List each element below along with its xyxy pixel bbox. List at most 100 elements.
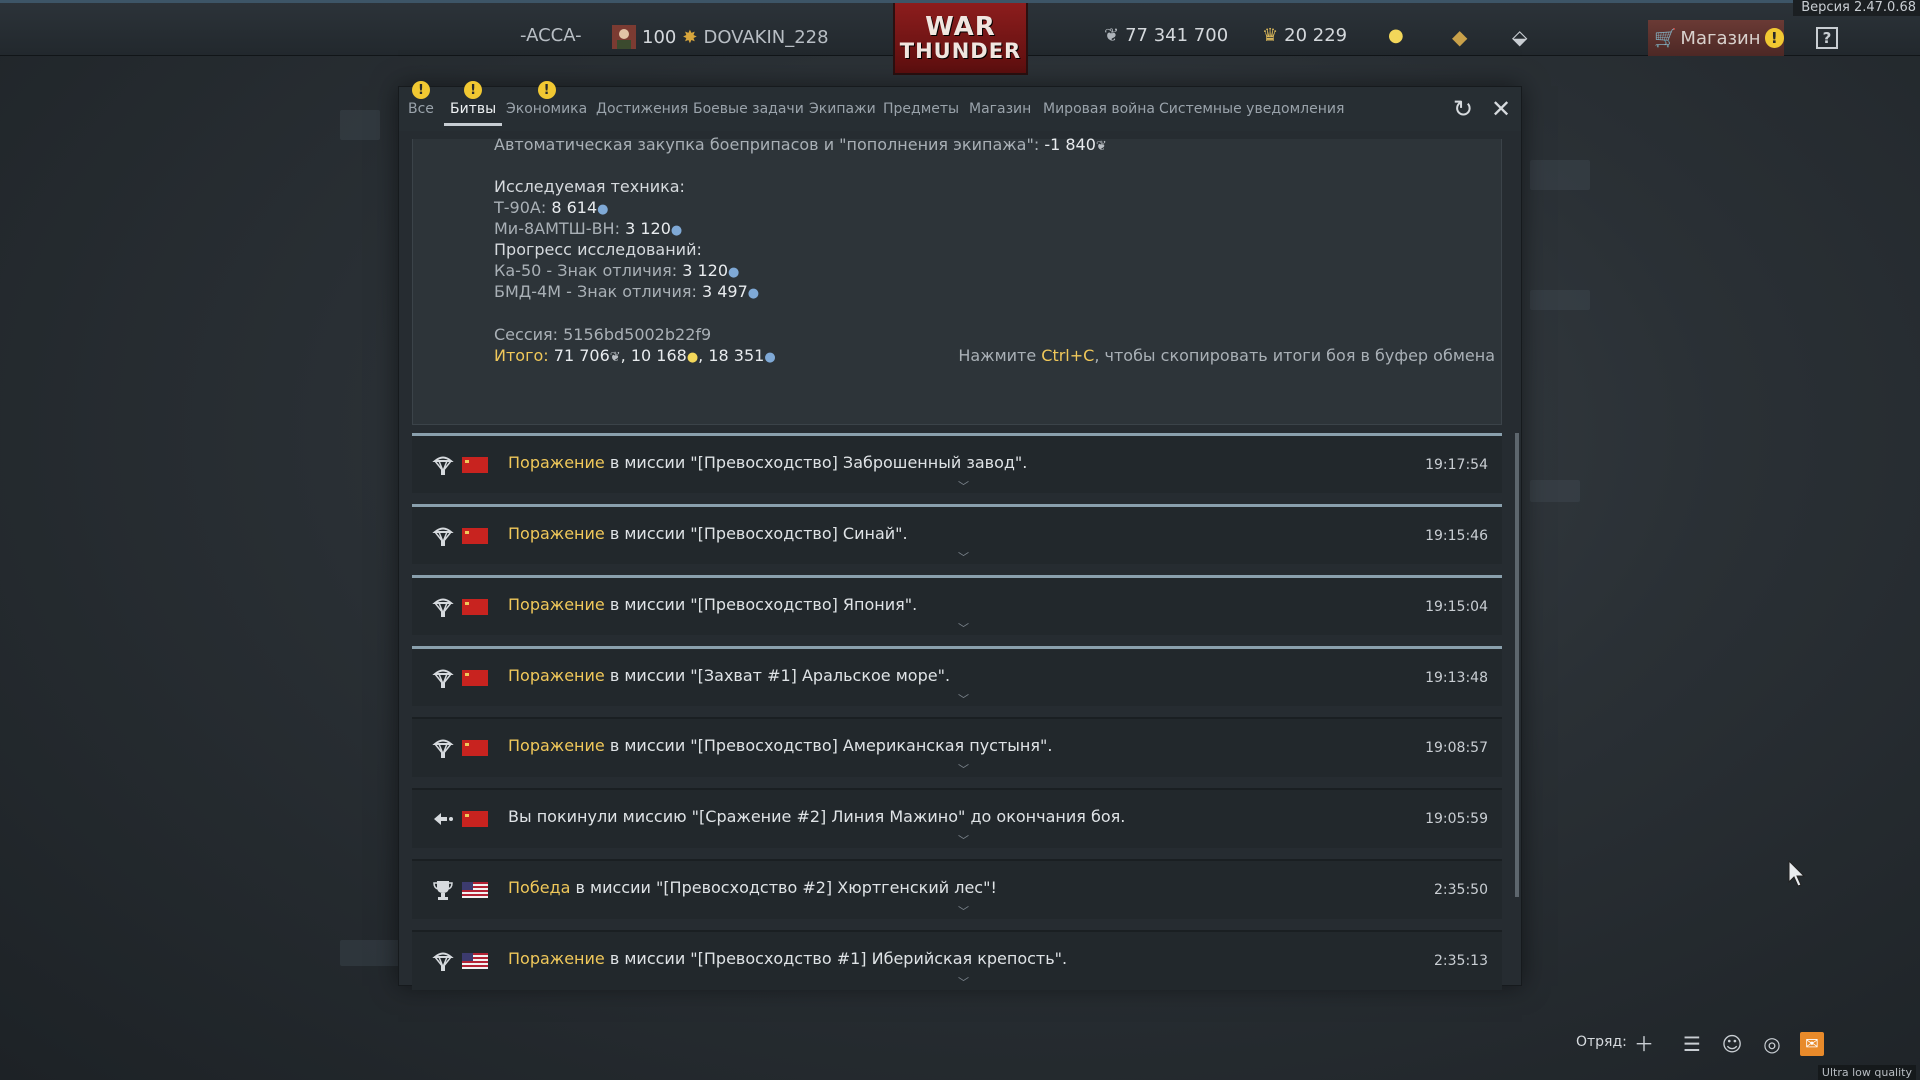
diamond-icon: ◆ xyxy=(1452,25,1468,49)
battle-summary-panel: Автоматическая закупка боеприпасов и "по… xyxy=(412,135,1502,425)
expand-chevron-icon[interactable]: ﹀ xyxy=(958,691,969,707)
battle-result-text: Поражение в миссии "[Превосходство] Япон… xyxy=(508,595,917,614)
silver-lion-icon: ❦ xyxy=(1104,25,1120,46)
warning-icon: ! xyxy=(537,81,556,99)
expand-chevron-icon[interactable]: ﹀ xyxy=(958,478,969,494)
parachute-icon xyxy=(432,737,454,759)
war-thunder-logo: WAR THUNDER xyxy=(893,3,1028,75)
battle-result-label: Победа xyxy=(508,878,571,897)
battle-result-text: Поражение в миссии "[Захват #1] Аральско… xyxy=(508,666,950,685)
progress-header: Прогресс исследований: xyxy=(494,240,702,259)
research-points-button[interactable]: ● xyxy=(1388,25,1404,46)
mission-description: в миссии "[Захват #1] Аральское море". xyxy=(604,666,951,685)
shop-button[interactable]: 🛒 Магазин ! xyxy=(1648,20,1784,56)
coupons-button[interactable]: ⬙ xyxy=(1512,25,1527,49)
battle-notification-row[interactable]: Вы покинули миссию "[Сражение #2] Линия … xyxy=(412,788,1502,848)
battle-result-text: Поражение в миссии "[Превосходство #1] И… xyxy=(508,949,1067,968)
chat-icon[interactable]: ◎ xyxy=(1760,1032,1784,1056)
warning-icon: ! xyxy=(1764,28,1784,48)
rank-star-icon: ✸ xyxy=(682,26,698,48)
battle-notification-row[interactable]: Поражение в миссии "[Превосходство] Забр… xyxy=(412,433,1502,493)
expand-chevron-icon[interactable]: ﹀ xyxy=(958,903,969,919)
parachute-icon xyxy=(432,950,454,972)
parachute-icon xyxy=(432,667,454,689)
expand-chevron-icon[interactable]: ﹀ xyxy=(958,620,969,636)
tab-world-war[interactable]: Мировая война xyxy=(1043,101,1155,117)
parachute-icon xyxy=(432,525,454,547)
silver-lions-balance[interactable]: ❦ 77 341 700 xyxy=(1104,25,1228,46)
username: DOVAKIN_228 xyxy=(703,26,829,48)
avatar xyxy=(612,25,636,49)
exit-arrow-icon xyxy=(432,808,454,830)
tab-items[interactable]: Предметы xyxy=(883,101,959,117)
contacts-icon[interactable]: ☺ xyxy=(1720,1032,1744,1056)
tab-achievements[interactable]: Достижения xyxy=(596,101,688,117)
background-decor xyxy=(1530,290,1590,310)
tab-crews[interactable]: Экипажи xyxy=(809,101,876,117)
battle-result-label: Поражение xyxy=(508,453,605,472)
background-decor xyxy=(1530,480,1580,502)
battle-notification-row[interactable]: Поражение в миссии "[Захват #1] Аральско… xyxy=(412,646,1502,706)
ussr-flag-icon xyxy=(462,528,488,544)
ussr-flag-icon xyxy=(462,457,488,473)
battle-notification-row[interactable]: Поражение в миссии "[Превосходство] Япон… xyxy=(412,575,1502,635)
golden-eagles-balance[interactable]: ♛ 20 229 xyxy=(1262,25,1347,46)
expand-chevron-icon[interactable]: ﹀ xyxy=(958,549,969,565)
ussr-flag-icon xyxy=(462,670,488,686)
ussr-flag-icon xyxy=(462,740,488,756)
battle-notification-row[interactable]: Поражение в миссии "[Превосходство] Амер… xyxy=(412,717,1502,777)
tab-battles[interactable]: ! Битвы xyxy=(443,81,503,126)
expand-chevron-icon[interactable]: ﹀ xyxy=(958,832,969,848)
mail-icon[interactable]: ✉ xyxy=(1800,1032,1824,1056)
player-profile[interactable]: 100 ✸ DOVAKIN_228 xyxy=(612,25,829,49)
mission-description: в миссии "[Превосходство] Япония". xyxy=(604,595,918,614)
help-button[interactable]: ? xyxy=(1816,27,1838,49)
notification-tabs: ! Все ! Битвы ! Экономика Достижения Боевые… xyxy=(399,81,1521,131)
refresh-icon[interactable]: ↻ xyxy=(1451,97,1475,121)
battle-result-text: Вы покинули миссию "[Сражение #2] Линия … xyxy=(508,807,1125,826)
battle-result-label: Поражение xyxy=(508,736,605,755)
battle-notification-row[interactable]: Поражение в миссии "[Превосходство] Сина… xyxy=(412,504,1502,564)
research-point-icon: ● xyxy=(747,286,760,301)
battle-time: 19:05:59 xyxy=(1425,811,1488,827)
squadron-tag[interactable]: -ACCA- xyxy=(520,25,582,46)
research-point-icon: ● xyxy=(764,350,776,365)
parachute-icon xyxy=(432,454,454,476)
silver-lion-icon: ❦ xyxy=(609,350,621,365)
battle-result-label: Поражение xyxy=(508,666,605,685)
close-icon[interactable]: ✕ xyxy=(1489,97,1513,121)
tab-battle-tasks[interactable]: Боевые задачи xyxy=(693,101,804,117)
battle-result-text: Поражение в миссии "[Превосходство] Амер… xyxy=(508,736,1052,755)
lightbulb-icon: ● xyxy=(686,350,699,365)
tab-shop[interactable]: Магазин xyxy=(969,101,1031,117)
battle-notification-row[interactable]: Победа в миссии "[Превосходство #2] Хюрт… xyxy=(412,859,1502,919)
warning-icon: ! xyxy=(411,81,430,99)
mission-description: в миссии "[Превосходство] Американская п… xyxy=(604,736,1053,755)
add-squad-member-icon[interactable]: ＋ xyxy=(1632,1032,1656,1056)
mouse-cursor-icon xyxy=(1788,860,1806,887)
research-point-icon: ● xyxy=(670,223,683,238)
list-icon[interactable]: ☰ xyxy=(1680,1032,1704,1056)
usa-flag-icon xyxy=(462,953,488,969)
battle-result-label: Поражение xyxy=(508,524,605,543)
premium-button[interactable]: ◆ xyxy=(1452,25,1467,49)
copy-hint: Нажмите Ctrl+C, чтобы скопировать итоги … xyxy=(958,346,1495,365)
battle-time: 19:15:04 xyxy=(1425,599,1488,615)
ticket-icon: ⬙ xyxy=(1512,25,1528,49)
mission-description: в миссии "[Превосходство #1] Иберийская … xyxy=(604,949,1068,968)
research-header: Исследуемая техника: xyxy=(494,177,685,196)
scrollbar[interactable] xyxy=(1515,433,1519,897)
cart-icon: 🛒 xyxy=(1654,27,1677,49)
battle-time: 19:08:57 xyxy=(1425,740,1488,756)
mission-description: в миссии "[Превосходство #2] Хюртгенский… xyxy=(570,878,997,897)
squad-label: Отряд: xyxy=(1576,1034,1627,1050)
usa-flag-icon xyxy=(462,882,488,898)
tab-economy[interactable]: ! Экономика xyxy=(506,81,587,117)
tab-system-notifications[interactable]: Системные уведомления xyxy=(1159,101,1344,117)
battle-notification-row[interactable]: Поражение в миссии "[Превосходство #1] И… xyxy=(412,930,1502,990)
bottom-bar: Отряд: ＋ ☰ ☺ ◎ ✉ Ultra low quality xyxy=(0,1010,1920,1080)
expand-chevron-icon[interactable]: ﹀ xyxy=(958,974,969,990)
expand-chevron-icon[interactable]: ﹀ xyxy=(958,761,969,777)
tab-all[interactable]: ! Все xyxy=(408,81,434,117)
total-line: Итого: 71 706❦, 10 168●, 18 351● xyxy=(494,346,776,365)
